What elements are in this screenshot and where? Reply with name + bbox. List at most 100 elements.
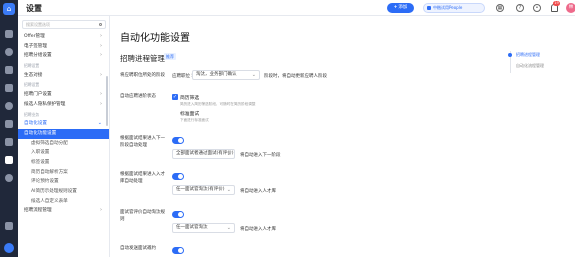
notification-badge: 19 (553, 1, 560, 6)
sidebar-item-label: 招聘流程管理 (24, 208, 52, 214)
chevron-right-icon: › (100, 33, 102, 39)
standard-interview-desc: 下面进行标准面试 (180, 118, 209, 122)
chevron-right-icon: › (100, 100, 102, 107)
talent-pool-rule-suffix: 将自动进入人才库 (240, 189, 276, 194)
auto-reject-rule-value: 任一面试官淘汰 (176, 225, 208, 230)
resume-screening-desc: 简历进入简历筛选阶段，可随时在简历阶段调整 (180, 102, 256, 106)
chart-icon[interactable] (5, 102, 13, 110)
sidebar-item[interactable]: Offer管理 › (18, 32, 109, 42)
sidebar-item-label: 候选人自定义表单 (31, 198, 68, 204)
main-content: 自动化功能设置 招聘进程管理 推荐 将应聘职位所处的阶段 应聘职位 将 淘汰，业… (110, 16, 575, 257)
calendar-icon[interactable] (5, 84, 13, 92)
sidebar-item-label: AI简历示处理规则设置 (31, 189, 77, 194)
expand-icon[interactable] (4, 243, 14, 253)
company-switcher[interactable]: 中楷试用People (423, 3, 485, 13)
standard-interview-label: 标准面试 (180, 112, 200, 117)
settings-sidebar: 搜索设置选项 Offer管理 › 电子签管理 › 招聘分组设置 › 招聘设置 生态对接 › 招聘设… (18, 16, 110, 257)
robot-icon[interactable]: • (533, 4, 541, 12)
sidebar-group-label: 招聘业务 (18, 110, 109, 120)
search-input[interactable]: 搜索设置选项 (22, 20, 106, 29)
next-stage-rule-select[interactable]: 全部面试者通过面试(有评价) ⌄ (172, 149, 235, 159)
sidebar-item[interactable]: 入职设置 (18, 148, 109, 158)
top-bar: 设置 +添加 中楷试用People ▦ ? • 19 林 (18, 0, 575, 16)
clock-icon[interactable] (5, 174, 13, 182)
chevron-down-icon: ⌄ (226, 187, 231, 193)
message-icon[interactable] (5, 222, 13, 230)
next-stage-rule-toggle[interactable] (172, 137, 184, 144)
add-button-label: 添加 (398, 5, 408, 10)
talent-pool-rule-toggle[interactable] (172, 173, 184, 180)
sidebar-item-label: 招聘设置 (24, 63, 40, 69)
sidebar-item-label: 自动化设置 (24, 121, 47, 127)
avatar[interactable]: 林 (566, 3, 575, 13)
sidebar-item-label: 招聘分组设置 (24, 53, 52, 59)
sidebar-item[interactable]: 虚拟筛选自动分配 (18, 139, 109, 149)
talent-pool-rule-value: 任一面试官淘汰(有评价) (176, 187, 225, 192)
chevron-down-icon: ⌄ (251, 72, 256, 78)
sidebar-item[interactable]: 标签设置 (18, 158, 109, 168)
apps-icon[interactable]: ▦ (496, 4, 504, 12)
sidebar-item-label: 候选人隐私保护管理 (24, 101, 66, 107)
talent-pool-rule-label: 根据面试结果进入入才库自动处理 (120, 172, 165, 184)
sidebar-item-label: 虚拟筛选自动分配 (31, 140, 68, 146)
stage-update-suffix: 阶段时，将自动更新应聘人阶段 (264, 74, 327, 79)
app-rail: ⌂ (0, 0, 18, 257)
briefcase-icon[interactable] (5, 66, 13, 74)
next-stage-rule-value: 全部面试者通过面试(有评价) (176, 151, 234, 156)
sidebar-group-label: 招聘设置 (18, 61, 109, 71)
sidebar-item-label: 招聘门户设置 (24, 92, 52, 98)
next-stage-rule-suffix: 将自动进入下一阶段 (240, 153, 281, 158)
mail-icon[interactable] (5, 138, 13, 146)
resume-screening-checkbox[interactable]: ✓ (172, 94, 178, 100)
stage-update-label: 将应聘职位所处的阶段 (120, 73, 165, 78)
chevron-down-icon: ⌄ (97, 120, 102, 127)
plus-icon: + (393, 5, 398, 10)
search-icon (99, 23, 102, 26)
sidebar-item[interactable]: 招聘分组设置 › (18, 51, 109, 61)
sidebar-item[interactable]: 生态对接 › (18, 71, 109, 81)
sidebar-item[interactable]: 招聘流程管理 › (18, 206, 109, 216)
sidebar-item-label: 入职设置 (31, 150, 50, 156)
sidebar-item-label: 标签设置 (31, 159, 50, 165)
talent-pool-rule-select[interactable]: 任一面试官淘汰(有评价) ⌄ (172, 185, 235, 195)
people-icon[interactable] (5, 48, 13, 56)
settings-icon[interactable] (5, 156, 13, 164)
sidebar-item-label: 招聘业务 (24, 111, 40, 117)
sidebar-item[interactable]: 自动化设置 ⌄ (18, 119, 109, 129)
page-title: 自动化功能设置 (120, 33, 190, 44)
auto-reject-rule-select[interactable]: 任一面试官淘汰 ⌄ (172, 223, 235, 233)
sidebar-item[interactable]: 电子签管理 › (18, 42, 109, 52)
sidebar-item-label: 简历自动解析方案 (31, 169, 68, 175)
app-window: ⌂ 设置 +添加 中楷试用People ▦ ? • 19 林 搜索设置选项 Of… (0, 0, 575, 257)
company-name: 中楷试用People (433, 5, 463, 10)
stage-update-value: 淘汰，业务部门确认 (196, 72, 237, 77)
anchor-item-automation[interactable]: 自动化流程管理 (516, 63, 544, 69)
chevron-right-icon: › (100, 71, 102, 78)
add-button[interactable]: +添加 (387, 3, 414, 13)
auto-reject-rule-suffix: 将自动进入人才库 (240, 227, 276, 232)
chevron-right-icon: › (100, 42, 102, 49)
sidebar-item[interactable]: 评论预约设置 (18, 177, 109, 187)
chevron-right-icon: › (100, 52, 102, 59)
sidebar-item[interactable]: 简历自动解析方案 (18, 168, 109, 178)
auto-reject-rule-toggle[interactable] (172, 211, 184, 218)
sidebar-item[interactable]: 候选人自定义表单 (18, 197, 109, 207)
auto-invite-toggle[interactable] (172, 247, 184, 254)
chevron-down-icon: ⌄ (226, 151, 231, 157)
page-header-title: 设置 (26, 4, 42, 13)
sidebar-item[interactable]: 候选人隐私保护管理 › (18, 100, 109, 110)
sidebar-scrollbar[interactable] (106, 76, 108, 126)
help-icon[interactable]: ? (516, 4, 524, 12)
app-logo-icon[interactable]: ⌂ (3, 3, 15, 15)
sidebar-item-label: 评论预约设置 (31, 179, 59, 185)
document-icon[interactable] (5, 120, 13, 128)
sidebar-item[interactable]: 招聘门户设置 › (18, 90, 109, 100)
chevron-right-icon: › (100, 207, 102, 214)
sidebar-item[interactable]: AI简历示处理规则设置 (18, 187, 109, 197)
anchor-item-process[interactable]: 招聘进程管理 (516, 52, 540, 58)
sidebar-item[interactable]: 自动化功能设置 (18, 128, 109, 139)
home-icon[interactable] (5, 30, 13, 38)
resume-screening-label: 简历筛选 (180, 96, 200, 101)
chevron-right-icon: › (100, 91, 102, 98)
stage-update-select[interactable]: 淘汰，业务部门确认 ⌄ (192, 70, 260, 80)
